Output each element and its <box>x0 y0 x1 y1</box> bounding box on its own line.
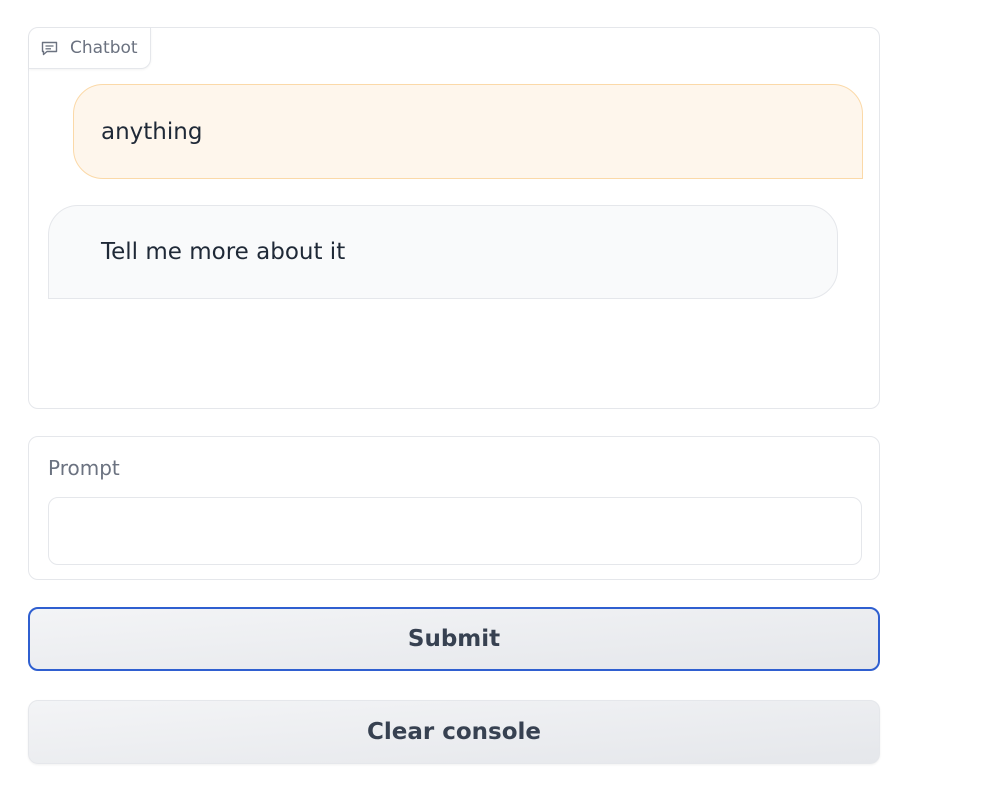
chatbot-label: Chatbot <box>70 38 138 58</box>
prompt-label: Prompt <box>48 456 120 480</box>
chatbot-panel: Chatbot anything Tell me more about it <box>28 27 880 409</box>
user-message: anything <box>73 84 863 179</box>
prompt-input[interactable] <box>48 497 862 565</box>
chatbot-label-tag: Chatbot <box>29 28 151 69</box>
clear-console-button[interactable]: Clear console <box>28 700 880 764</box>
chat-icon <box>41 41 58 56</box>
user-message-text: anything <box>101 118 203 145</box>
prompt-panel: Prompt <box>28 436 880 580</box>
bot-message: Tell me more about it <box>48 205 838 299</box>
submit-button[interactable]: Submit <box>28 607 880 671</box>
bot-message-text: Tell me more about it <box>101 239 346 265</box>
